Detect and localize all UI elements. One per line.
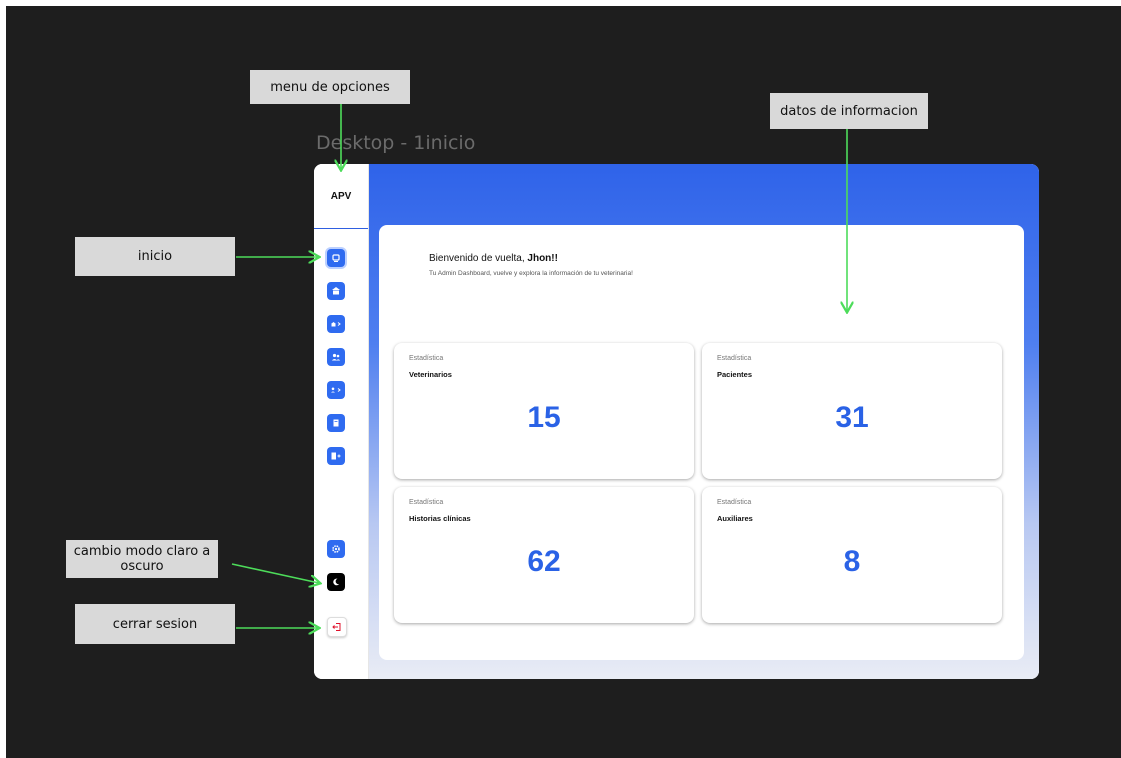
arrow-modo xyxy=(231,563,319,583)
design-canvas: Desktop - 1inicio menu de opciones datos… xyxy=(6,6,1121,758)
annotation-arrows xyxy=(231,104,1121,758)
